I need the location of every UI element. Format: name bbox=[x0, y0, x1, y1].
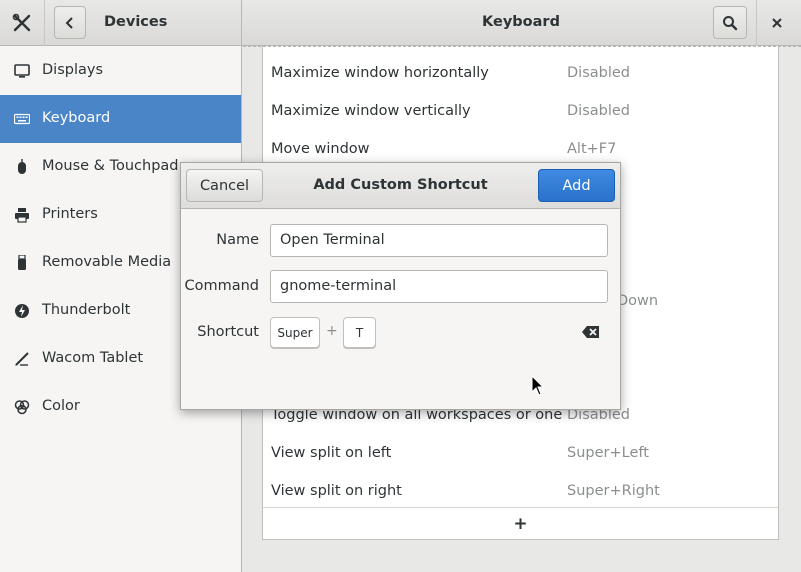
header-separator bbox=[756, 0, 757, 46]
dialog-title: Add Custom Shortcut bbox=[313, 177, 488, 193]
sidebar-item-displays[interactable]: Displays bbox=[0, 47, 241, 95]
color-icon bbox=[14, 399, 30, 415]
shortcut-name: Maximize window vertically bbox=[271, 103, 471, 119]
shortcut-name: View split on right bbox=[271, 483, 402, 499]
dialog-header: Cancel Add Custom Shortcut Add bbox=[181, 163, 620, 209]
header-bar: Devices Keyboard bbox=[0, 0, 801, 46]
name-label: Name bbox=[216, 232, 259, 248]
shortcut-row[interactable]: Move window Alt+F7 bbox=[263, 126, 778, 164]
name-field[interactable]: Open Terminal bbox=[270, 224, 608, 257]
chevron-left-icon bbox=[65, 16, 73, 29]
shortcut-name: View split on left bbox=[271, 445, 392, 461]
cancel-button[interactable]: Cancel bbox=[186, 169, 263, 202]
thunderbolt-icon bbox=[14, 303, 30, 319]
shortcut-label: Shortcut bbox=[197, 324, 259, 340]
shortcut-name: Maximize window horizontally bbox=[271, 65, 489, 81]
panel-group-title: Devices bbox=[104, 14, 168, 30]
shortcut-key-super: Super bbox=[270, 317, 320, 348]
shortcut-value: Alt+F7 bbox=[567, 141, 617, 157]
shortcut-value: Super+Right bbox=[567, 483, 660, 499]
shortcut-name: Move window bbox=[271, 141, 370, 157]
shortcut-value: Disabled bbox=[567, 65, 630, 81]
display-icon bbox=[14, 63, 30, 79]
sidebar-item-label: Thunderbolt bbox=[42, 302, 131, 318]
mouse-icon bbox=[14, 159, 30, 175]
usb-drive-icon bbox=[14, 255, 30, 271]
shortcut-row[interactable]: Maximize window vertically Disabled bbox=[263, 88, 778, 126]
backspace-icon[interactable] bbox=[582, 325, 600, 339]
search-icon bbox=[723, 15, 738, 30]
header-separator bbox=[44, 0, 45, 46]
shortcut-key-t: T bbox=[343, 317, 376, 348]
sidebar-item-label: Displays bbox=[42, 62, 104, 78]
close-button[interactable] bbox=[764, 10, 790, 36]
shortcut-value: Down bbox=[617, 293, 659, 309]
sidebar-item-label: Wacom Tablet bbox=[42, 350, 144, 366]
tablet-icon bbox=[14, 351, 30, 367]
sidebar-item-label: Removable Media bbox=[42, 254, 172, 270]
back-button[interactable] bbox=[54, 6, 86, 39]
shortcut-value: Super+Left bbox=[567, 445, 649, 461]
header-left-section: Devices bbox=[0, 0, 242, 46]
add-shortcut-button[interactable]: + bbox=[263, 507, 778, 539]
shortcut-key-separator: + bbox=[326, 323, 338, 339]
close-icon bbox=[772, 18, 782, 28]
add-custom-shortcut-dialog: Cancel Add Custom Shortcut Add Name Open… bbox=[180, 162, 621, 410]
sidebar-item-label: Mouse & Touchpad bbox=[42, 158, 179, 174]
add-button[interactable]: Add bbox=[538, 169, 615, 202]
sidebar-item-label: Color bbox=[42, 398, 80, 414]
list-scroll-edge bbox=[243, 46, 801, 47]
shortcut-row[interactable]: Maximize window horizontally Disabled bbox=[263, 50, 778, 88]
printer-icon bbox=[14, 207, 30, 223]
keyboard-icon bbox=[14, 111, 30, 127]
search-button[interactable] bbox=[713, 6, 747, 39]
shortcut-row[interactable]: View split on left Super+Left bbox=[263, 430, 778, 468]
command-field[interactable]: gnome-terminal bbox=[270, 270, 608, 303]
settings-tools-icon bbox=[10, 12, 34, 34]
shortcut-row[interactable]: View split on right Super+Right bbox=[263, 468, 778, 506]
shortcut-value: Disabled bbox=[567, 103, 630, 119]
sidebar-item-label: Printers bbox=[42, 206, 98, 222]
sidebar-item-label: Keyboard bbox=[42, 110, 111, 126]
mouse-pointer-icon bbox=[531, 374, 545, 397]
sidebar-item-keyboard[interactable]: Keyboard bbox=[0, 95, 241, 143]
command-label: Command bbox=[184, 278, 259, 294]
